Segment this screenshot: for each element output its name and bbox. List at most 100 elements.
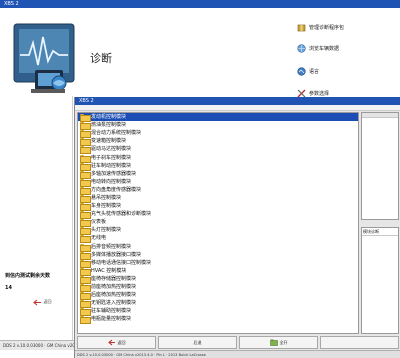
module-list-item[interactable]: 燃油泵控制模块 [78, 121, 358, 131]
expand-all-button-label: 全开 [279, 339, 288, 345]
module-name: 变速箱控制模块 [91, 138, 127, 145]
module-list-item[interactable]: 方向盘角度传感器模块 [78, 186, 358, 195]
menu-item-manage-packages[interactable]: 管理诊断程序包 [297, 22, 344, 32]
folder-icon [80, 292, 91, 301]
module-list-item[interactable]: 充气头枕传感器和诊断模块 [78, 210, 358, 220]
back-window-sidebar: 到信内测试剩余天数 14 返回 [0, 96, 73, 340]
module-detail-panel: 模块诊断 [361, 112, 399, 334]
folder-icon [80, 227, 91, 236]
menu-item-label: 参数选择 [309, 90, 330, 97]
folder-icon [80, 178, 91, 187]
folder-icon [80, 203, 91, 212]
page-title: 诊断 [90, 52, 112, 65]
folder-icon [80, 251, 91, 260]
menu-item-label: 管理诊断程序包 [309, 24, 345, 31]
folder-icon [80, 284, 91, 293]
module-name: 驻车制动控制模块 [91, 162, 132, 169]
module-name: HVAC 控制模块 [91, 267, 127, 274]
folder-icon [80, 154, 91, 163]
folder-icon [80, 211, 91, 220]
front-window-toolbar [75, 105, 400, 111]
folder-icon [80, 243, 91, 252]
module-list-item[interactable]: 悬吊控制模块 [78, 194, 358, 203]
back-button[interactable]: 后退 [158, 336, 237, 349]
module-selection-window: XBS 2 发动机控制模块 燃油泵控制模块 混合动力系统控制模块 变速箱控制模块 驱动马… [74, 97, 400, 358]
folder-icon [80, 122, 91, 131]
folder-icon [80, 300, 91, 309]
front-window-button-bar: 返回 后退 全开 [75, 336, 400, 349]
folder-icon [80, 130, 91, 139]
module-name: 移动电话通信接口控制模块 [91, 259, 152, 266]
return-button[interactable]: 返回 [77, 336, 156, 349]
module-name: 后座椅加热控制模块 [91, 292, 137, 299]
back-button-label: 后退 [193, 339, 202, 345]
module-list-item[interactable]: 无钥匙进入控制模块 [78, 299, 358, 309]
module-list-item[interactable]: 无线电 [78, 234, 358, 244]
module-list-item[interactable]: 驱动马达控制模块 [78, 145, 358, 155]
back-button-label: 返回 [43, 299, 52, 304]
module-list-item[interactable]: 多媒体播放器接口模块 [78, 251, 358, 260]
folder-icon [80, 186, 91, 195]
module-name: 电子刹车控制模块 [91, 154, 132, 161]
module-list-item[interactable]: 驻车制动控制模块 [78, 162, 358, 171]
module-name: 驻车辅助控制模块 [91, 308, 132, 315]
menu-item-language[interactable]: 语言 [297, 66, 319, 76]
module-list-item[interactable]: 车身控制模块 [78, 202, 358, 212]
module-name: 燃油泵控制模块 [91, 122, 127, 129]
back-window-titlebar: XBS 2 [0, 0, 400, 8]
folder-icon [80, 170, 91, 179]
module-name: 悬吊控制模块 [91, 194, 122, 201]
package-icon [297, 23, 306, 32]
back-arrow-icon [32, 299, 41, 305]
module-list-item[interactable]: 移动电话通信接口控制模块 [78, 259, 358, 268]
folder-icon [80, 219, 91, 228]
remaining-days-label: 到信内测试剩余天数 [5, 273, 51, 279]
module-list-item[interactable]: 发动机控制模块 [78, 113, 358, 123]
folder-icon [80, 146, 91, 155]
module-name: 电动转向控制模块 [91, 178, 132, 185]
folder-icon [80, 308, 91, 317]
expand-all-button[interactable]: 全开 [239, 336, 318, 349]
module-list-item[interactable]: 电子刹车控制模块 [78, 153, 358, 163]
folder-icon [80, 162, 91, 171]
remaining-days-value: 14 [5, 285, 12, 291]
folder-icon [80, 275, 91, 284]
folder-icon [80, 194, 91, 203]
module-name: 方向盘角度传感器模块 [91, 186, 142, 193]
module-list-item[interactable]: 前座椅加热控制模块 [78, 283, 358, 293]
module-list-item[interactable]: 电动转向控制模块 [78, 178, 358, 187]
module-name: 后排音频控制模块 [91, 243, 132, 250]
module-list-item[interactable]: 头灯控制模块 [78, 226, 358, 236]
blank-button[interactable] [320, 336, 399, 349]
folder-open-icon [269, 339, 278, 346]
module-list-item[interactable]: 电瓶能量控制模块 [78, 315, 358, 325]
module-name: 车身控制模块 [91, 203, 122, 210]
module-name: 驱动马达控制模块 [91, 146, 132, 153]
module-name: 混合动力系统控制模块 [91, 130, 142, 137]
module-list-item[interactable]: 混合动力系统控制模块 [78, 129, 358, 139]
return-button-label: 返回 [117, 339, 126, 345]
menu-item-browse-vehicle-data[interactable]: 浏览车辆数据 [297, 43, 339, 53]
module-name: 无线电 [91, 235, 107, 242]
back-window-return-button[interactable]: 返回 [20, 295, 64, 309]
menu-item-label: 语言 [309, 68, 320, 75]
module-name: 发动机控制模块 [91, 114, 127, 121]
module-list-item[interactable]: 多轴加速传感器模块 [78, 170, 358, 179]
module-list-item[interactable]: HVAC 控制模块 [78, 267, 358, 276]
menu-item-label: 浏览车辆数据 [309, 45, 340, 52]
globe-icon [297, 43, 306, 53]
module-list-item[interactable]: 座椅存储器控制模块 [78, 275, 358, 284]
diagnostics-logo-icon [13, 23, 75, 95]
module-name: 头灯控制模块 [91, 227, 122, 234]
front-window-status-bar: DDS 2 v.10.0.03000 · GM China v2013.4.0 … [75, 350, 400, 358]
module-list-item[interactable]: 后座椅加热控制模块 [78, 291, 358, 301]
module-list-item[interactable]: 驻车辅助控制模块 [78, 307, 358, 317]
module-name: 无钥匙进入控制模块 [91, 300, 137, 307]
language-icon [297, 66, 306, 76]
module-list-item[interactable]: 仪表板 [78, 218, 358, 228]
module-name: 多轴加速传感器模块 [91, 170, 137, 177]
module-list-item[interactable]: 后排音频控制模块 [78, 243, 358, 252]
module-list-item[interactable]: 变速箱控制模块 [78, 137, 358, 147]
back-window-header: 诊断 管理诊断程序包 浏览车辆数据 语言 参数选择 [0, 8, 400, 97]
module-list[interactable]: 发动机控制模块 燃油泵控制模块 混合动力系统控制模块 变速箱控制模块 驱动马达控制模块电… [77, 112, 359, 334]
